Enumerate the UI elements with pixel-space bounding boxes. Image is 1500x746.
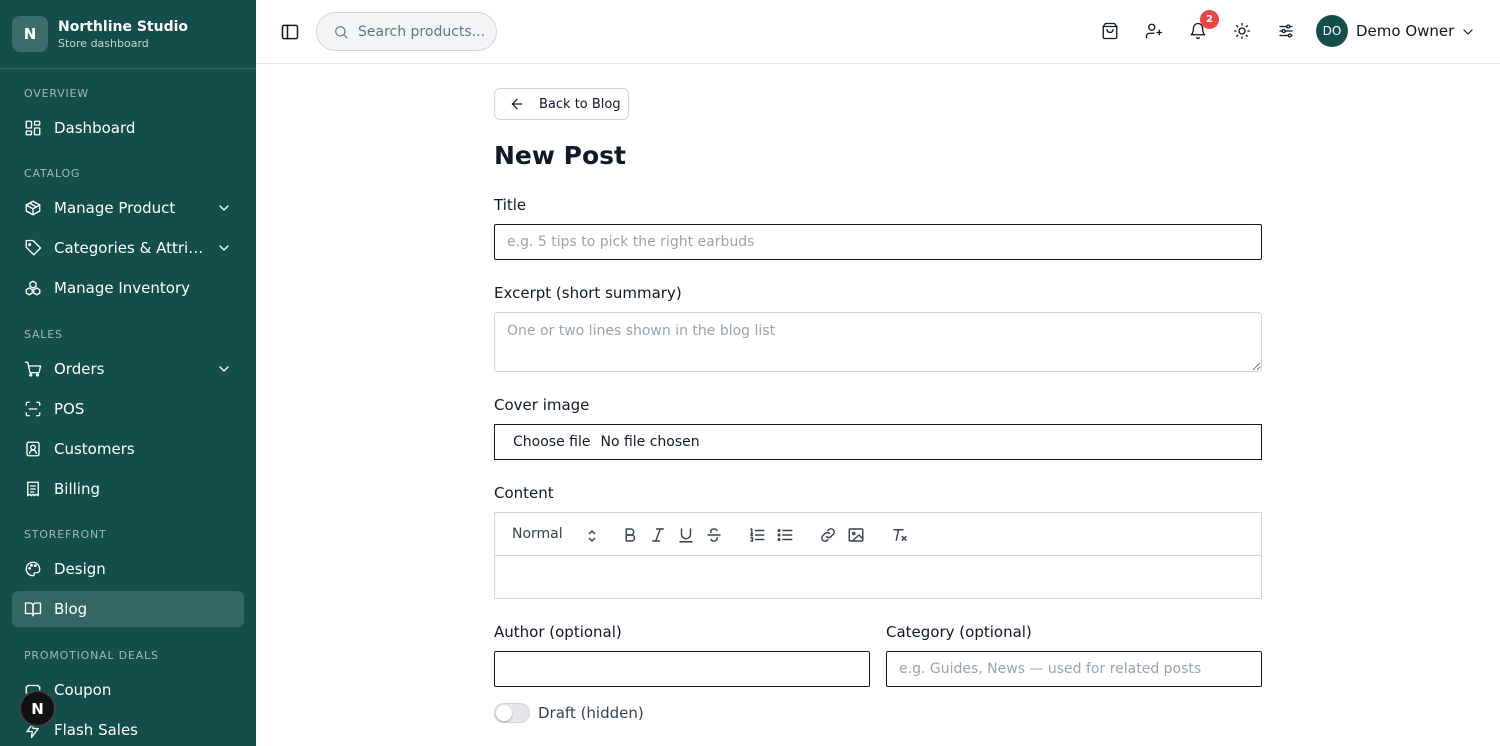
notification-badge: 2 xyxy=(1200,10,1219,29)
sidebar-item-label: Categories & Attributes xyxy=(54,239,204,257)
link-icon[interactable] xyxy=(819,526,837,544)
sidebar-item-label: Blog xyxy=(54,600,88,618)
sidebar-item-blog[interactable]: Blog xyxy=(12,591,244,627)
contact-icon xyxy=(24,440,42,458)
image-icon[interactable] xyxy=(847,526,865,544)
sidebar-item-label: Coupon xyxy=(54,681,112,699)
sidebar-toggle-icon[interactable] xyxy=(280,22,300,42)
bold-icon[interactable] xyxy=(621,526,639,544)
scan-icon xyxy=(24,400,42,418)
author-input[interactable] xyxy=(494,651,870,687)
sidebar-item-pos[interactable]: POS xyxy=(12,391,244,427)
sidebar-item-billing[interactable]: Billing xyxy=(12,471,244,507)
chevron-down-icon xyxy=(216,361,232,377)
format-select[interactable]: Normal xyxy=(512,526,563,542)
draft-label: Draft (hidden) xyxy=(538,704,644,722)
brand-name: Northline Studio xyxy=(58,18,189,35)
chevron-down-icon[interactable] xyxy=(1460,24,1476,40)
page-title: New Post xyxy=(494,141,627,170)
palette-icon xyxy=(24,560,42,578)
sidebar: N Northline Studio Store dashboard OVERV… xyxy=(0,0,256,746)
brand: N Northline Studio Store dashboard xyxy=(0,0,256,69)
sidebar-item-label: Manage Product xyxy=(54,199,176,217)
excerpt-label: Excerpt (short summary) xyxy=(494,284,682,302)
section-label-storefront: STOREFRONT xyxy=(24,528,107,541)
sidebar-item-label: Manage Inventory xyxy=(54,279,190,297)
back-button-label: Back to Blog xyxy=(539,96,621,112)
cover-image-label: Cover image xyxy=(494,396,590,414)
content-label: Content xyxy=(494,484,554,502)
author-label: Author (optional) xyxy=(494,623,622,641)
box-icon xyxy=(24,199,42,217)
section-label-promotional-deals: PROMOTIONAL DEALS xyxy=(24,649,159,662)
sidebar-item-orders[interactable]: Orders xyxy=(12,351,244,387)
select-arrows-icon xyxy=(588,528,596,543)
file-status: No file chosen xyxy=(600,434,700,450)
sidebar-item-manage-inventory[interactable]: Manage Inventory xyxy=(12,270,244,306)
chevron-down-icon xyxy=(216,240,232,256)
sidebar-item-label: Billing xyxy=(54,480,100,498)
excerpt-textarea[interactable] xyxy=(494,312,1262,372)
user-plus-icon[interactable] xyxy=(1145,22,1165,42)
title-label: Title xyxy=(494,196,527,214)
chevron-down-icon xyxy=(216,200,232,216)
floating-app-badge[interactable]: N xyxy=(19,690,56,727)
category-input[interactable] xyxy=(886,651,1262,687)
sidebar-item-label: Orders xyxy=(54,360,105,378)
editor-toolbar: Normal xyxy=(495,513,1261,556)
brand-logo: N xyxy=(12,16,48,52)
title-input[interactable] xyxy=(494,224,1262,260)
search-icon xyxy=(333,24,349,40)
category-label: Category (optional) xyxy=(886,623,1032,641)
section-label-catalog: CATALOG xyxy=(24,167,81,180)
cover-image-file-input[interactable]: Choose file No file chosen xyxy=(494,424,1262,460)
sidebar-item-label: POS xyxy=(54,400,85,418)
sidebar-item-categories[interactable]: Categories & Attributes xyxy=(12,230,244,266)
bullet-list-icon[interactable] xyxy=(776,526,794,544)
strikethrough-icon[interactable] xyxy=(705,526,723,544)
cart-icon xyxy=(24,360,42,378)
sidebar-item-customers[interactable]: Customers xyxy=(12,431,244,467)
editor-body[interactable] xyxy=(495,556,1261,599)
tag-icon xyxy=(24,239,42,257)
sidebar-item-label: Design xyxy=(54,560,106,578)
sliders-icon[interactable] xyxy=(1277,22,1297,42)
italic-icon[interactable] xyxy=(649,526,667,544)
dashboard-icon xyxy=(24,119,42,137)
book-open-icon xyxy=(24,600,42,618)
user-name[interactable]: Demo Owner xyxy=(1356,22,1454,40)
arrow-left-icon xyxy=(509,96,525,112)
search-input[interactable] xyxy=(358,23,498,40)
sidebar-item-label: Customers xyxy=(54,440,135,458)
sun-icon[interactable] xyxy=(1233,22,1253,42)
sidebar-item-label: Flash Sales xyxy=(54,721,139,739)
content-editor: Normal xyxy=(494,512,1262,599)
underline-icon[interactable] xyxy=(677,526,695,544)
receipt-icon xyxy=(24,480,42,498)
clear-format-icon[interactable] xyxy=(891,526,909,544)
shopping-bag-icon[interactable] xyxy=(1101,22,1121,42)
toggle-knob xyxy=(496,705,512,721)
section-label-overview: OVERVIEW xyxy=(24,87,89,100)
back-to-blog-button[interactable]: Back to Blog xyxy=(494,88,629,120)
avatar[interactable]: DO xyxy=(1316,15,1348,47)
section-label-sales: SALES xyxy=(24,328,63,341)
sidebar-item-design[interactable]: Design xyxy=(12,551,244,587)
sidebar-item-dashboard[interactable]: Dashboard xyxy=(12,110,244,146)
sidebar-item-label: Dashboard xyxy=(54,119,136,137)
search-bar[interactable] xyxy=(316,12,498,51)
choose-file-button[interactable]: Choose file xyxy=(513,434,590,450)
sidebar-item-manage-product[interactable]: Manage Product xyxy=(12,190,244,226)
ordered-list-icon[interactable] xyxy=(748,526,766,544)
topbar: 2 DO Demo Owner xyxy=(256,0,1500,64)
draft-toggle[interactable] xyxy=(494,703,530,723)
boxes-icon xyxy=(24,279,42,297)
brand-subtitle: Store dashboard xyxy=(58,36,149,50)
